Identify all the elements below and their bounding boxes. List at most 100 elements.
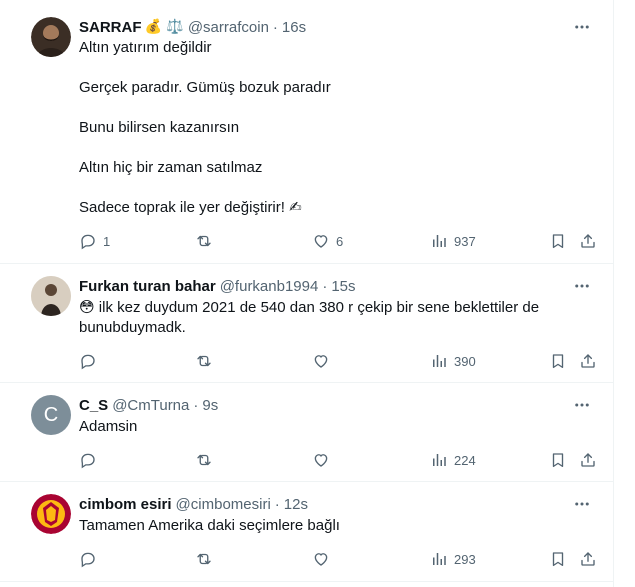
tweet-text-line: Bunu bilirsen kazanırsın: [79, 119, 240, 136]
reply-bubble-icon: [81, 234, 95, 250]
share-button[interactable]: [579, 231, 597, 251]
tweet-text-line: Sadece toprak ile yer değiştirir! ✍: [79, 199, 302, 216]
avatar[interactable]: [31, 17, 71, 57]
tweet[interactable]: C C_S @CmTurna · 9s Adamsin 224: [0, 383, 614, 482]
tweet[interactable]: cimbom esiri @cimbomesiri · 12s Tamamen …: [0, 482, 614, 582]
tweet-text-line: Altın hiç bir zaman satılmaz: [79, 159, 263, 176]
display-name[interactable]: Furkan turan bahar: [79, 278, 216, 295]
profile-badges: 💰 ⚖️: [144, 19, 184, 35]
share-button[interactable]: [579, 549, 597, 569]
tweet-text: Adamsin: [79, 418, 138, 435]
user-handle[interactable]: @furkanb1994: [220, 278, 319, 295]
bookmark-button[interactable]: [549, 450, 567, 470]
user-handle[interactable]: @cimbomesiri: [176, 496, 271, 513]
views-button[interactable]: 224: [430, 450, 476, 470]
separator-dot: ·: [193, 396, 199, 414]
views-button[interactable]: 390: [430, 351, 476, 371]
retweet-icon: [197, 454, 211, 466]
avatar[interactable]: C: [31, 395, 71, 435]
display-name[interactable]: C_S: [79, 397, 108, 414]
tweet-actions: 390: [79, 351, 599, 371]
reply-button[interactable]: [79, 351, 103, 371]
tweet-header: C_S @CmTurna · 9s: [79, 395, 218, 415]
timestamp[interactable]: 12s: [284, 496, 308, 513]
view-count: 224: [454, 452, 476, 468]
retweet-icon: [197, 235, 211, 247]
tweet-text: Tamamen Amerika daki seçimlere bağlı: [79, 517, 340, 534]
like-count: 6: [336, 233, 344, 249]
share-upload-icon: [581, 453, 595, 467]
like-button[interactable]: 6: [312, 231, 343, 251]
avatar[interactable]: [31, 276, 71, 316]
like-button[interactable]: [312, 450, 336, 470]
tweet-header: cimbom esiri @cimbomesiri · 12s: [79, 494, 308, 514]
views-bar-chart-icon: [433, 235, 446, 247]
tweet-actions: 1 6 937: [79, 231, 599, 251]
share-button[interactable]: [579, 351, 597, 371]
separator-dot: ·: [274, 495, 280, 513]
tweet-actions: 224: [79, 450, 599, 470]
heart-icon: [314, 235, 328, 248]
bookmark-icon: [552, 234, 564, 249]
views-button[interactable]: 937: [430, 231, 476, 251]
view-count: 937: [454, 233, 476, 249]
user-handle[interactable]: @CmTurna: [112, 397, 189, 414]
retweet-button[interactable]: [194, 549, 220, 569]
share-upload-icon: [581, 552, 595, 566]
retweet-icon: [197, 355, 211, 367]
share-upload-icon: [581, 234, 595, 248]
display-name[interactable]: SARRAF: [79, 19, 142, 36]
timestamp[interactable]: 16s: [282, 19, 306, 36]
tweet-text: 😳 ilk kez duydum 2021 de 540 dan 380 r ç…: [79, 299, 540, 336]
tweet-header: Furkan turan bahar @furkanb1994 · 15s: [79, 276, 356, 296]
reply-bubble-icon: [81, 552, 95, 568]
more-horizontal-icon[interactable]: [572, 17, 592, 37]
views-bar-chart-icon: [433, 355, 446, 367]
tweet-text: Altın yatırım değildir Gerçek paradır. G…: [79, 38, 579, 218]
tweet[interactable]: SARRAF 💰 ⚖️ @sarrafcoin · 16s Altın yatı…: [0, 0, 614, 264]
bookmark-icon: [552, 354, 564, 369]
timestamp[interactable]: 15s: [331, 278, 355, 295]
views-bar-chart-icon: [433, 454, 446, 466]
heart-icon: [314, 454, 328, 467]
reply-count: 1: [103, 233, 111, 249]
share-upload-icon: [581, 354, 595, 368]
tweet-feed: SARRAF 💰 ⚖️ @sarrafcoin · 16s Altın yatı…: [0, 0, 614, 587]
more-horizontal-icon[interactable]: [572, 395, 592, 415]
more-horizontal-icon[interactable]: [572, 494, 592, 514]
avatar-letter: C: [43, 403, 59, 426]
views-button[interactable]: 293: [430, 549, 476, 569]
bookmark-button[interactable]: [549, 351, 567, 371]
separator-dot: ·: [322, 277, 328, 295]
bookmark-button[interactable]: [549, 549, 567, 569]
tweet-text-line: Gerçek paradır. Gümüş bozuk paradır: [79, 79, 331, 96]
bookmark-icon: [552, 453, 564, 468]
avatar[interactable]: [31, 494, 71, 534]
reply-button[interactable]: [79, 450, 103, 470]
reply-bubble-icon: [81, 453, 95, 469]
reply-button[interactable]: 1: [79, 231, 110, 251]
views-bar-chart-icon: [433, 553, 446, 565]
tweet-text-line: Altın yatırım değildir: [79, 39, 212, 56]
separator-dot: ·: [272, 18, 278, 36]
bookmark-icon: [552, 552, 564, 567]
retweet-button[interactable]: [194, 450, 220, 470]
bookmark-button[interactable]: [549, 231, 567, 251]
share-button[interactable]: [579, 450, 597, 470]
reply-button[interactable]: [79, 549, 103, 569]
user-handle[interactable]: @sarrafcoin: [188, 19, 269, 36]
display-name[interactable]: cimbom esiri: [79, 496, 172, 513]
retweet-button[interactable]: [194, 351, 220, 371]
heart-icon: [314, 355, 328, 368]
retweet-button[interactable]: [194, 231, 220, 251]
view-count: 293: [454, 551, 476, 567]
heart-icon: [314, 553, 328, 566]
like-button[interactable]: [312, 351, 336, 371]
reply-bubble-icon: [81, 354, 95, 370]
more-horizontal-icon[interactable]: [572, 276, 592, 296]
retweet-icon: [197, 553, 211, 565]
like-button[interactable]: [312, 549, 336, 569]
timestamp[interactable]: 9s: [202, 397, 218, 414]
tweet-header: SARRAF 💰 ⚖️ @sarrafcoin · 16s: [79, 17, 306, 37]
tweet[interactable]: Furkan turan bahar @furkanb1994 · 15s 😳 …: [0, 264, 614, 383]
